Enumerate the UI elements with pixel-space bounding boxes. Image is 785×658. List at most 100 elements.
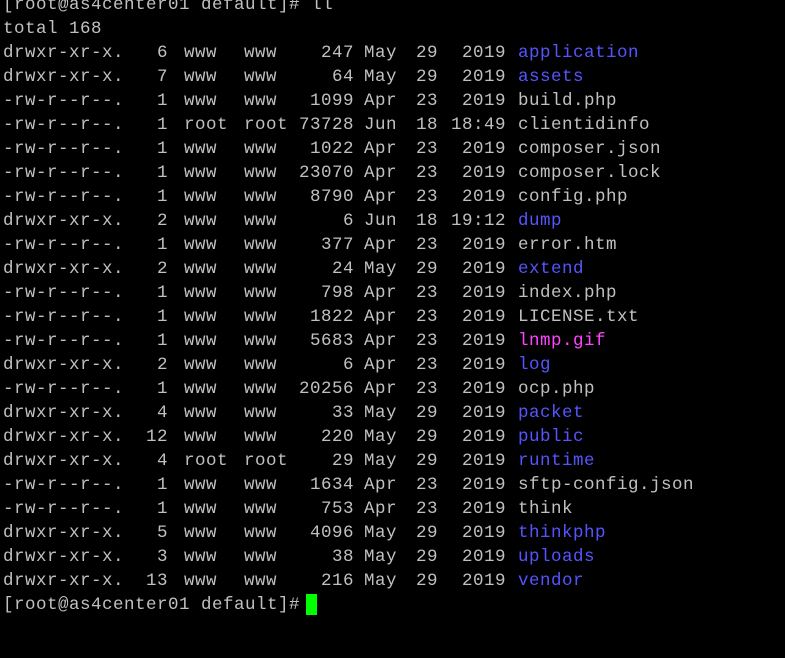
permissions-column: -rw-r--r--. bbox=[3, 139, 125, 159]
month-column: May bbox=[364, 451, 398, 471]
group-column: www bbox=[244, 547, 278, 567]
owner-column: www bbox=[184, 163, 218, 183]
time-column: 2019 bbox=[461, 187, 506, 207]
month-column: Apr bbox=[364, 91, 398, 111]
links-column: 6 bbox=[156, 43, 168, 63]
links-column: 1 bbox=[156, 91, 168, 111]
listing-row: drwxr-xr-x. 2 www www 6 Apr 23 2019 log bbox=[3, 353, 785, 377]
day-column: 29 bbox=[415, 523, 438, 543]
day-column: 23 bbox=[415, 331, 438, 351]
month-column: Apr bbox=[364, 355, 398, 375]
owner-column: www bbox=[184, 571, 218, 591]
group-column: www bbox=[244, 163, 278, 183]
file-name: composer.lock bbox=[518, 163, 662, 183]
size-column: 247 bbox=[320, 43, 354, 63]
permissions-column: drwxr-xr-x. bbox=[3, 451, 125, 471]
links-column: 2 bbox=[156, 211, 168, 231]
permissions-column: -rw-r--r--. bbox=[3, 163, 125, 183]
links-column: 1 bbox=[156, 475, 168, 495]
size-column: 29 bbox=[331, 451, 354, 471]
active-prompt-line[interactable]: [root@as4center01 default]# bbox=[3, 593, 785, 617]
permissions-column: -rw-r--r--. bbox=[3, 235, 125, 255]
time-column: 18:49 bbox=[450, 115, 506, 135]
owner-column: www bbox=[184, 403, 218, 423]
day-column: 23 bbox=[415, 139, 438, 159]
directory-name: thinkphp bbox=[518, 523, 607, 543]
links-column: 3 bbox=[156, 547, 168, 567]
owner-column: www bbox=[184, 523, 218, 543]
size-column: 4096 bbox=[309, 523, 354, 543]
permissions-column: -rw-r--r--. bbox=[3, 499, 125, 519]
owner-column: www bbox=[184, 187, 218, 207]
owner-column: www bbox=[184, 235, 218, 255]
links-column: 7 bbox=[156, 67, 168, 87]
month-column: May bbox=[364, 43, 398, 63]
size-column: 220 bbox=[320, 427, 354, 447]
day-column: 29 bbox=[415, 67, 438, 87]
file-name: sftp-config.json bbox=[518, 475, 695, 495]
day-column: 23 bbox=[415, 379, 438, 399]
size-column: 33 bbox=[331, 403, 354, 423]
day-column: 18 bbox=[415, 115, 438, 135]
day-column: 29 bbox=[415, 427, 438, 447]
links-column: 1 bbox=[156, 187, 168, 207]
day-column: 23 bbox=[415, 187, 438, 207]
size-column: 73728 bbox=[298, 115, 354, 135]
group-column: root bbox=[244, 115, 289, 135]
permissions-column: drwxr-xr-x. bbox=[3, 67, 125, 87]
group-column: www bbox=[244, 259, 278, 279]
owner-column: www bbox=[184, 307, 218, 327]
shell-prompt: [root@as4center01 default]# bbox=[3, 595, 301, 615]
month-column: Apr bbox=[364, 331, 398, 351]
month-column: Jun bbox=[364, 211, 398, 231]
file-name: index.php bbox=[518, 283, 618, 303]
file-name: error.htm bbox=[518, 235, 618, 255]
owner-column: www bbox=[184, 211, 218, 231]
owner-column: www bbox=[184, 283, 218, 303]
time-column: 2019 bbox=[461, 67, 506, 87]
time-column: 2019 bbox=[461, 523, 506, 543]
day-column: 23 bbox=[415, 355, 438, 375]
time-column: 2019 bbox=[461, 427, 506, 447]
time-column: 2019 bbox=[461, 307, 506, 327]
size-column: 216 bbox=[320, 571, 354, 591]
directory-name: log bbox=[518, 355, 552, 375]
group-column: www bbox=[244, 283, 278, 303]
file-name: composer.json bbox=[518, 139, 662, 159]
listing-row: -rw-r--r--. 1 www www 8790 Apr 23 2019 config.ph… bbox=[3, 185, 785, 209]
listing-row: -rw-r--r--. 1 www www 1822 Apr 23 2019 LICENSE.t… bbox=[3, 305, 785, 329]
directory-name: runtime bbox=[518, 451, 596, 471]
terminal-window[interactable]: [root@as4center01 default]# ll total 168… bbox=[3, 0, 785, 658]
time-column: 2019 bbox=[461, 355, 506, 375]
day-column: 18 bbox=[415, 211, 438, 231]
listing-row: -rw-r--r--. 1 www www 20256 Apr 23 2019 ocp.php bbox=[3, 377, 785, 401]
owner-column: root bbox=[184, 451, 229, 471]
owner-column: www bbox=[184, 355, 218, 375]
size-column: 798 bbox=[320, 283, 354, 303]
file-name: lnmp.gif bbox=[518, 331, 607, 351]
group-column: www bbox=[244, 475, 278, 495]
month-column: May bbox=[364, 427, 398, 447]
permissions-column: -rw-r--r--. bbox=[3, 283, 125, 303]
time-column: 2019 bbox=[461, 331, 506, 351]
permissions-column: drwxr-xr-x. bbox=[3, 355, 125, 375]
time-column: 2019 bbox=[461, 163, 506, 183]
permissions-column: drwxr-xr-x. bbox=[3, 43, 125, 63]
group-column: www bbox=[244, 187, 278, 207]
size-column: 1099 bbox=[309, 91, 354, 111]
listing-row: drwxr-xr-x. 12 www www 220 May 29 2019 public bbox=[3, 425, 785, 449]
links-column: 1 bbox=[156, 139, 168, 159]
time-column: 19:12 bbox=[450, 211, 506, 231]
permissions-column: -rw-r--r--. bbox=[3, 91, 125, 111]
time-column: 2019 bbox=[461, 451, 506, 471]
size-column: 1822 bbox=[309, 307, 354, 327]
shell-prompt: [root@as4center01 default]# bbox=[3, 0, 301, 15]
group-column: www bbox=[244, 307, 278, 327]
owner-column: root bbox=[184, 115, 229, 135]
directory-name: extend bbox=[518, 259, 585, 279]
file-name: clientidinfo bbox=[518, 115, 651, 135]
owner-column: www bbox=[184, 43, 218, 63]
listing-row: drwxr-xr-x. 5 www www 4096 May 29 2019 thinkphp bbox=[3, 521, 785, 545]
group-column: www bbox=[244, 43, 278, 63]
group-column: www bbox=[244, 67, 278, 87]
